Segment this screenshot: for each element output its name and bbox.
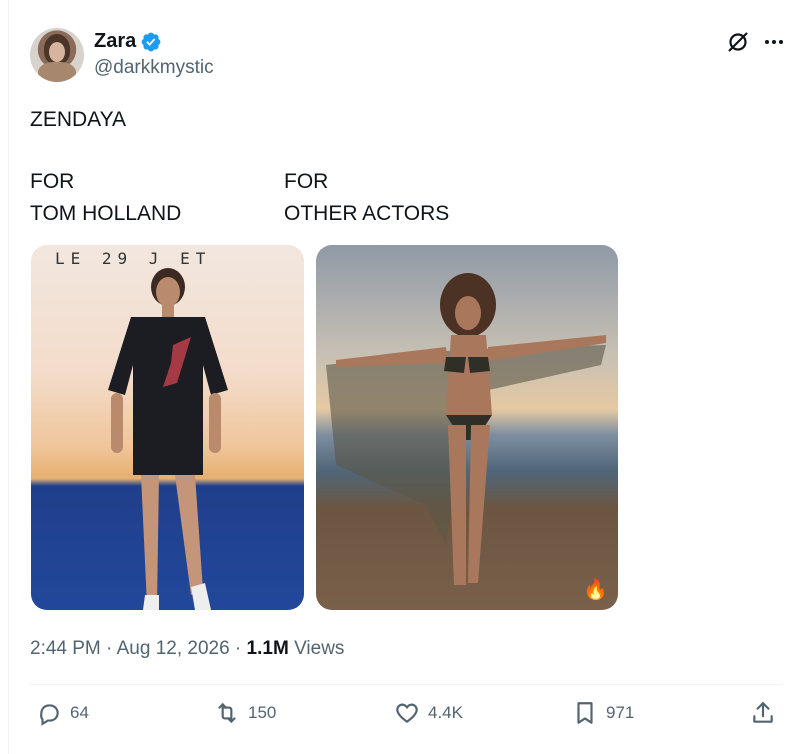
caption-column-left: FOR TOM HOLLAND bbox=[30, 166, 181, 230]
bookmark-button[interactable]: 971 bbox=[572, 700, 634, 726]
tweet-header: Zara @darkkmystic bbox=[30, 28, 790, 84]
author-handle[interactable]: @darkkmystic bbox=[94, 57, 214, 79]
tweet-meta: 2:44 PM · Aug 12, 2026 · 1.1M Views bbox=[30, 638, 344, 660]
like-button[interactable]: 4.4K bbox=[394, 700, 463, 726]
retweet-icon bbox=[218, 703, 236, 723]
tweet-date[interactable]: Aug 12, 2026 bbox=[117, 638, 230, 659]
meta-separator-2: · bbox=[229, 638, 247, 659]
tweet-time[interactable]: 2:44 PM bbox=[30, 638, 101, 659]
person-figure-1 bbox=[108, 268, 228, 610]
like-count: 4.4K bbox=[428, 703, 463, 722]
share-button[interactable] bbox=[750, 700, 776, 726]
meta-separator: · bbox=[100, 638, 117, 659]
retweet-button[interactable]: 150 bbox=[214, 700, 276, 726]
reply-button[interactable]: 64 bbox=[36, 700, 89, 726]
retweet-count: 150 bbox=[248, 703, 277, 722]
caption-left-line2: TOM HOLLAND bbox=[30, 202, 182, 225]
verified-badge-icon bbox=[141, 32, 161, 51]
author-name[interactable]: Zara bbox=[94, 30, 136, 53]
views-count: 1.1M bbox=[246, 638, 289, 659]
reply-icon bbox=[40, 704, 59, 726]
share-icon bbox=[753, 702, 773, 723]
grok-icon[interactable] bbox=[726, 30, 750, 54]
timeline-border bbox=[8, 0, 9, 754]
person-figure-2 bbox=[326, 273, 606, 585]
reply-count: 64 bbox=[70, 703, 89, 722]
media-image-2[interactable]: 🔥 bbox=[316, 245, 618, 610]
caption-left-line1: FOR bbox=[30, 170, 75, 193]
caption-column-right: FOR OTHER ACTORS bbox=[284, 166, 449, 230]
fire-emoji: 🔥 bbox=[583, 579, 608, 601]
views-label: Views bbox=[288, 638, 345, 659]
caption-right-line1: FOR bbox=[284, 170, 329, 193]
more-icon[interactable] bbox=[762, 30, 786, 54]
author-name-row[interactable]: Zara bbox=[94, 30, 162, 53]
divider bbox=[30, 684, 782, 685]
tweet-text: ZENDAYA bbox=[30, 108, 127, 131]
bookmark-count: 971 bbox=[606, 703, 635, 722]
avatar[interactable] bbox=[30, 28, 84, 82]
bookmark-icon bbox=[577, 702, 593, 724]
like-icon bbox=[396, 703, 418, 723]
media-image-1[interactable]: LE 29 J ET bbox=[31, 245, 304, 610]
caption-right-line2: OTHER ACTORS bbox=[284, 202, 450, 225]
tweet-actions: 64 150 4.4K 971 bbox=[30, 700, 782, 734]
